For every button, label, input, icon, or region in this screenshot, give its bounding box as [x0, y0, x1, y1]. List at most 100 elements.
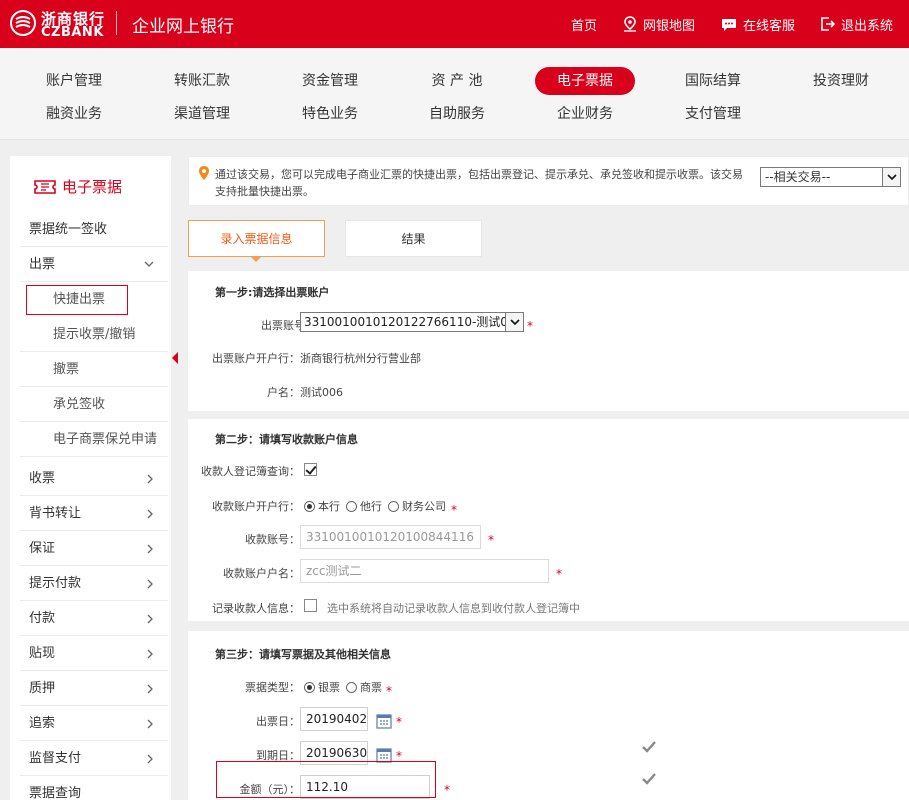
sidebar: 电子票据 票据统一签收 出票 快捷出票 提示收票/撤销 撤票 承兑签收 电子商票…	[10, 156, 171, 800]
map-pin-icon	[623, 16, 636, 32]
account-name-label: 户名：	[267, 386, 300, 399]
online-service-label: 在线客服	[742, 18, 795, 34]
logout-link[interactable]: 退出系统	[821, 15, 893, 34]
tab-result[interactable]: 结果	[345, 220, 482, 257]
payee-account-input[interactable]: 3310010010120100844116	[300, 525, 481, 549]
czbank-logo[interactable]: 浙商银行 CZBANK	[10, 8, 110, 40]
nav-account-management[interactable]: 账户管理	[24, 67, 124, 95]
record-payee-checkbox[interactable]	[304, 599, 317, 612]
sidebar-item-label: 电子商票保兑申请	[53, 432, 158, 447]
sidebar-item-guarantee-apply[interactable]: 电子商票保兑申请	[20, 422, 168, 457]
home-link-label: 首页	[570, 18, 597, 34]
tab-enter-bill-info[interactable]: 录入票据信息	[188, 220, 325, 257]
chevron-right-icon	[147, 754, 153, 764]
sidebar-item-withdraw[interactable]: 撤票	[20, 352, 168, 387]
related-transactions-select[interactable]: --相关交易--	[760, 167, 901, 187]
radio-button[interactable]	[388, 500, 399, 512]
nav-fund-management[interactable]: 资金管理	[280, 67, 380, 95]
sidebar-item-label: 贴现	[29, 646, 56, 661]
sidebar-item-prompt-receive[interactable]: 提示收票/撤销	[20, 317, 168, 352]
sidebar-item-quick-issue[interactable]: 快捷出票	[20, 282, 168, 317]
chevron-right-icon	[147, 614, 153, 624]
sidebar-item-receive[interactable]: 收票	[20, 461, 168, 496]
nav-electronic-bills[interactable]: 电子票据	[535, 67, 635, 95]
amount-input[interactable]: 112.10	[300, 775, 430, 799]
chevron-down-icon	[882, 168, 900, 186]
step1-title: 第一步:请选择出票账户	[215, 286, 330, 299]
payee-bank-label: 收款账户开户行：	[212, 500, 300, 513]
radio-label: 商票	[360, 681, 382, 694]
payee-name-input[interactable]: zcc测试二	[300, 559, 549, 583]
sidebar-item-label: 背书转让	[29, 506, 82, 521]
sidebar-item-acceptance-sign[interactable]: 承兑签收	[20, 387, 168, 422]
sidebar-item-issue[interactable]: 出票	[20, 247, 168, 282]
tab-notch	[250, 256, 262, 262]
sidebar-item-label: 监督支付	[29, 751, 82, 766]
sidebar-item-label: 承兑签收	[53, 397, 106, 412]
sidebar-item-label: 提示付款	[29, 576, 82, 591]
sidebar-item-label: 撤票	[53, 362, 80, 377]
calendar-icon[interactable]	[376, 713, 392, 729]
required-mark: *	[556, 567, 562, 581]
record-payee-label: 记录收款人信息：	[212, 602, 300, 615]
sidebar-title-text: 电子票据	[62, 178, 123, 196]
nav-asset-pool[interactable]: 资 产 池	[407, 67, 507, 95]
radio-finance-company[interactable]: 财务公司	[388, 498, 446, 514]
chevron-down-icon	[144, 261, 154, 267]
nav-international-settlement[interactable]: 国际结算	[663, 67, 763, 95]
sidebar-pointer	[172, 352, 178, 364]
radio-button[interactable]	[304, 681, 315, 693]
sidebar-item-discount[interactable]: 贴现	[20, 636, 168, 671]
sidebar-item-bill-query[interactable]: 票据查询	[20, 776, 168, 800]
sidebar-item-supervised-payment[interactable]: 监督支付	[20, 741, 168, 776]
sidebar-item-unified-sign[interactable]: 票据统一签收	[20, 212, 168, 247]
radio-button[interactable]	[346, 500, 357, 512]
notice-text: 通过该交易，您可以完成电子商业汇票的快捷出票，包括出票登记、提示承兑、承兑签收和…	[215, 168, 743, 198]
nav-transfer[interactable]: 转账汇款	[152, 67, 252, 95]
sidebar-item-label: 追索	[29, 716, 56, 731]
payee-registry-checkbox[interactable]	[304, 463, 317, 476]
due-date-input[interactable]: 20190630	[300, 741, 368, 765]
record-payee-hint: 选中系统将自动记录收款人信息到收付款人登记簿中	[327, 602, 580, 615]
nav-financing[interactable]: 融资业务	[24, 100, 124, 128]
issue-account-select[interactable]: 3310010010120122766110-测试006	[300, 312, 524, 332]
nav-corporate-finance[interactable]: 企业财务	[535, 100, 635, 128]
calendar-icon[interactable]	[376, 747, 392, 763]
check-icon	[642, 773, 656, 785]
nav-self-service[interactable]: 自助服务	[407, 100, 507, 128]
sidebar-item-pledge[interactable]: 质押	[20, 671, 168, 706]
home-link[interactable]: 首页	[571, 15, 597, 34]
sidebar-item-payment[interactable]: 付款	[20, 601, 168, 636]
radio-this-bank[interactable]: 本行	[304, 498, 340, 514]
sidebar-item-guarantee[interactable]: 保证	[20, 531, 168, 566]
nav-investment[interactable]: 投资理财	[791, 67, 891, 95]
step2-title: 第二步：请填写收款账户信息	[215, 433, 358, 446]
sidebar-item-endorse[interactable]: 背书转让	[20, 496, 168, 531]
radio-label: 本行	[318, 500, 340, 513]
nav-channel-management[interactable]: 渠道管理	[152, 100, 252, 128]
radio-button[interactable]	[304, 500, 315, 512]
issue-date-input[interactable]: 20190402	[300, 707, 368, 731]
bank-map-link[interactable]: 网银地图	[623, 15, 695, 34]
sidebar-item-recourse[interactable]: 追索	[20, 706, 168, 741]
step2-panel: 第二步：请填写收款账户信息 收款人登记簿查询： 收款账户开户行： 本行 他行 财…	[188, 419, 909, 621]
sidebar-item-label: 出票	[29, 257, 56, 272]
bill-type-label: 票据类型：	[245, 681, 300, 694]
nav-payment-management[interactable]: 支付管理	[663, 100, 763, 128]
radio-bank-bill[interactable]: 银票	[304, 679, 340, 695]
payee-registry-label: 收款人登记簿查询：	[201, 465, 300, 478]
radio-other-bank[interactable]: 他行	[346, 498, 382, 514]
step3-title: 第三步：请填写票据及其他相关信息	[215, 648, 391, 661]
radio-button[interactable]	[346, 681, 357, 693]
required-mark: *	[488, 533, 494, 547]
online-service-link[interactable]: 在线客服	[721, 15, 795, 34]
chevron-right-icon	[147, 579, 153, 589]
required-mark: *	[444, 783, 450, 797]
required-mark: *	[396, 749, 402, 763]
radio-commercial-bill[interactable]: 商票	[346, 679, 382, 695]
sidebar-item-label: 快捷出票	[53, 292, 106, 307]
nav-special-business[interactable]: 特色业务	[280, 100, 380, 128]
sidebar-item-prompt-payment[interactable]: 提示付款	[20, 566, 168, 601]
payee-account-label: 收款账号：	[245, 533, 300, 546]
issue-date-label: 出票日：	[256, 715, 300, 728]
